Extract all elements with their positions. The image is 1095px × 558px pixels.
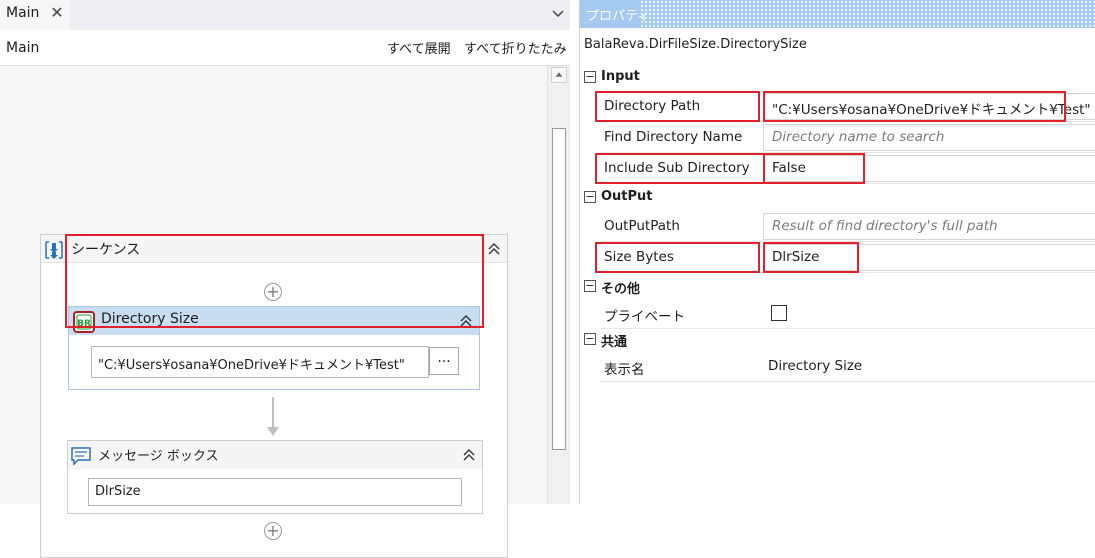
sequence-icon — [45, 241, 63, 259]
tab-main-label: Main — [6, 5, 40, 21]
message-box-activity[interactable]: メッセージ ボックス DlrSize — [67, 440, 483, 514]
workflow-designer: Main ✕ Main すべて展開 すべて折りたたみ シーケンス + BR Di… — [0, 0, 570, 558]
highlight-box — [763, 242, 859, 273]
tab-main[interactable]: Main ✕ — [0, 0, 70, 30]
collapse-icon[interactable] — [462, 448, 476, 462]
category-label: その他 — [601, 282, 641, 297]
properties-title: プロパティ — [586, 9, 651, 24]
category-input[interactable]: − Input — [580, 66, 1095, 90]
output-path-placeholder[interactable]: Result of find directory's full path — [772, 218, 998, 234]
directory-path-field[interactable]: "C:¥Users¥osana¥OneDrive¥ドキュメント¥Test" — [91, 346, 429, 378]
collapse-category-icon[interactable]: − — [584, 71, 596, 83]
scroll-up-icon[interactable] — [551, 67, 567, 83]
connector-line — [272, 397, 274, 427]
category-label: OutPut — [601, 189, 653, 204]
chevron-down-icon[interactable] — [550, 5, 566, 21]
category-label: Input — [601, 69, 640, 84]
highlight-box — [595, 91, 760, 122]
property-row-display-name[interactable]: 表示名 Directory Size — [600, 351, 1095, 382]
category-misc[interactable]: − その他 — [580, 275, 1095, 299]
property-name: Find Directory Name — [604, 129, 743, 145]
collapse-all-button[interactable]: すべて折りたたみ — [464, 38, 567, 57]
expand-all-button[interactable]: すべて展開 — [387, 38, 451, 57]
highlight-box — [763, 91, 1066, 122]
collapse-category-icon[interactable]: − — [584, 333, 596, 345]
highlight-box — [763, 153, 865, 184]
designer-toolbar: Main すべて展開 すべて折りたたみ — [0, 30, 570, 66]
vertical-scrollbar[interactable] — [547, 66, 570, 504]
highlight-box — [595, 153, 765, 184]
collapse-category-icon[interactable]: − — [584, 280, 596, 292]
property-row-output-path[interactable]: OutPutPath Result of find directory's fu… — [600, 211, 1095, 242]
message-box-header[interactable]: メッセージ ボックス — [68, 441, 482, 469]
properties-title-bar: プロパティ — [580, 0, 1095, 28]
activity-type-name: BalaReva.DirFileSize.DirectorySize — [584, 37, 807, 52]
display-name-value[interactable]: Directory Size — [768, 358, 862, 374]
breadcrumb[interactable]: Main — [6, 40, 39, 56]
property-row-find-directory-name[interactable]: Find Directory Name Directory name to se… — [600, 122, 1095, 153]
document-tab-strip: Main ✕ — [0, 0, 570, 30]
category-label: 共通 — [601, 335, 628, 350]
property-name: プライベート — [604, 309, 685, 325]
message-icon — [71, 447, 91, 466]
connector-arrow-icon — [267, 427, 279, 436]
find-directory-name-placeholder[interactable]: Directory name to search — [772, 129, 944, 145]
browse-button[interactable]: ... — [429, 347, 459, 375]
close-icon[interactable]: ✕ — [49, 4, 65, 22]
category-common[interactable]: − 共通 — [580, 328, 1095, 352]
highlight-box — [65, 234, 484, 328]
properties-panel: プロパティ BalaReva.DirFileSize.DirectorySize… — [579, 0, 1095, 504]
add-activity-icon[interactable]: + — [264, 522, 282, 540]
collapse-icon[interactable] — [487, 242, 501, 256]
message-text-field[interactable]: DlrSize — [88, 478, 462, 506]
category-output[interactable]: − OutPut — [580, 186, 1095, 210]
private-checkbox[interactable] — [771, 305, 787, 321]
property-name: OutPutPath — [604, 218, 680, 234]
property-name: 表示名 — [604, 362, 645, 378]
property-row-private[interactable]: プライベート — [600, 298, 1095, 329]
scrollbar-thumb[interactable] — [552, 128, 566, 450]
highlight-box — [595, 242, 760, 273]
collapse-category-icon[interactable]: − — [584, 191, 596, 203]
message-box-title: メッセージ ボックス — [98, 449, 219, 464]
